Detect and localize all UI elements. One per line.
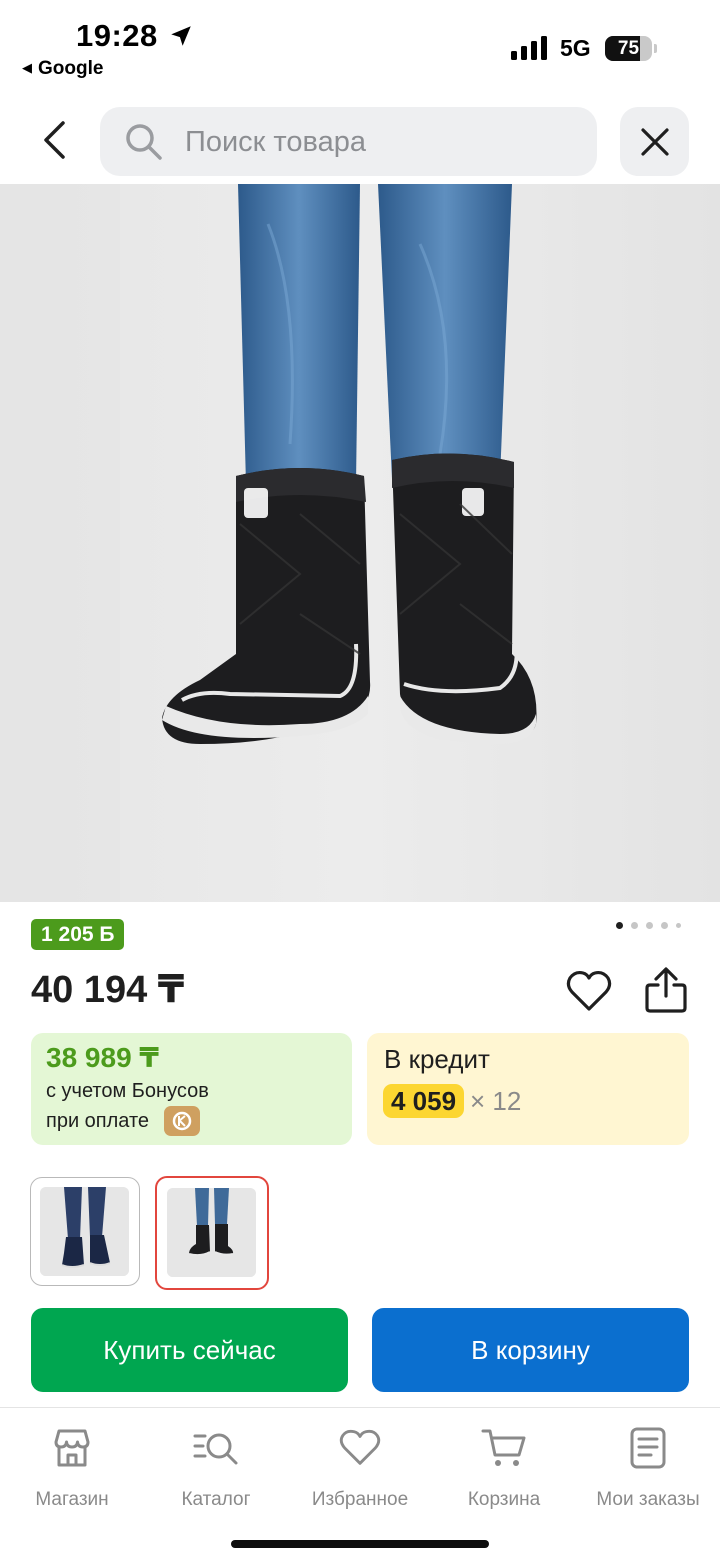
credit-offer-card[interactable]: В кредит 4 059 × 12: [367, 1033, 689, 1145]
pager-dot: [646, 922, 653, 929]
tab-favorites[interactable]: Избранное: [288, 1422, 432, 1512]
tab-catalog[interactable]: Каталог: [144, 1422, 288, 1512]
bonus-note-line1: с учетом Бонусов: [46, 1080, 209, 1102]
tab-shop[interactable]: Магазин: [0, 1422, 144, 1512]
back-button[interactable]: [28, 112, 80, 168]
credit-months: × 12: [470, 1086, 522, 1116]
chevron-left-icon: [44, 121, 65, 159]
image-pager: [616, 922, 681, 929]
favorite-heart-icon[interactable]: [566, 969, 612, 1013]
status-bar: 19:28 ◀ Google 5G 75: [0, 0, 720, 96]
back-app-label: Google: [38, 58, 104, 79]
search-icon: [126, 124, 162, 160]
product-price: 40 194 ₸: [31, 969, 185, 1011]
add-to-cart-button[interactable]: В корзину: [372, 1308, 689, 1392]
bonus-price-card[interactable]: 38 989 ₸ с учетом Бонусов при оплате: [31, 1033, 352, 1145]
catalog-icon: [193, 1433, 238, 1465]
tab-label: Избранное: [311, 1489, 409, 1510]
location-arrow-icon: [171, 26, 191, 46]
close-icon: [640, 127, 669, 156]
product-image-carousel[interactable]: [0, 184, 720, 902]
bonus-price: 38 989 ₸: [46, 1042, 159, 1073]
pager-dot: [631, 922, 638, 929]
network-type: 5G: [560, 35, 591, 61]
pager-dot: [661, 922, 668, 929]
kaspi-payment-icon: [164, 1106, 200, 1136]
search-header: Поиск товара: [0, 100, 720, 184]
battery-level: 75: [617, 38, 640, 59]
variant-image: [40, 1187, 129, 1276]
tab-label: Каталог: [181, 1489, 251, 1510]
back-triangle-icon: ◀: [22, 60, 32, 75]
pager-dot-active: [616, 922, 623, 929]
pager-dot: [676, 923, 681, 928]
home-indicator[interactable]: [231, 1540, 489, 1548]
cart-icon: [481, 1429, 526, 1466]
credit-monthly-amount: 4 059: [383, 1084, 465, 1118]
tab-label: Мои заказы: [596, 1489, 700, 1510]
close-search-button[interactable]: [620, 107, 689, 176]
tab-label: Корзина: [467, 1489, 541, 1510]
share-icon[interactable]: [644, 966, 688, 1014]
bonus-note-line2: при оплате: [46, 1110, 150, 1132]
tab-label: Магазин: [35, 1489, 109, 1510]
cellular-signal-icon: [511, 36, 547, 60]
search-input[interactable]: Поиск товара: [100, 107, 597, 176]
variant-thumbnail-navy[interactable]: [30, 1177, 140, 1286]
shop-icon: [54, 1429, 90, 1467]
buy-now-button[interactable]: Купить сейчас: [31, 1308, 348, 1392]
tab-my-orders[interactable]: Мои заказы: [576, 1422, 720, 1512]
back-to-app-link[interactable]: ◀ Google: [22, 58, 103, 80]
search-placeholder: Поиск товара: [185, 126, 366, 158]
bottom-tab-bar: Магазин Каталог Избранное Корзина Мои за…: [0, 1407, 720, 1561]
variant-image: [167, 1188, 256, 1277]
bonus-points-badge: 1 205 Б: [31, 919, 125, 950]
credit-title: В кредит: [384, 1044, 490, 1074]
variant-thumbnail-black[interactable]: [155, 1176, 269, 1290]
status-time: 19:28: [76, 18, 158, 53]
tab-cart[interactable]: Корзина: [432, 1422, 576, 1512]
product-photo-boots: [0, 184, 720, 902]
battery-icon: 75: [605, 36, 657, 61]
orders-icon: [630, 1427, 666, 1469]
heart-icon: [339, 1429, 381, 1465]
